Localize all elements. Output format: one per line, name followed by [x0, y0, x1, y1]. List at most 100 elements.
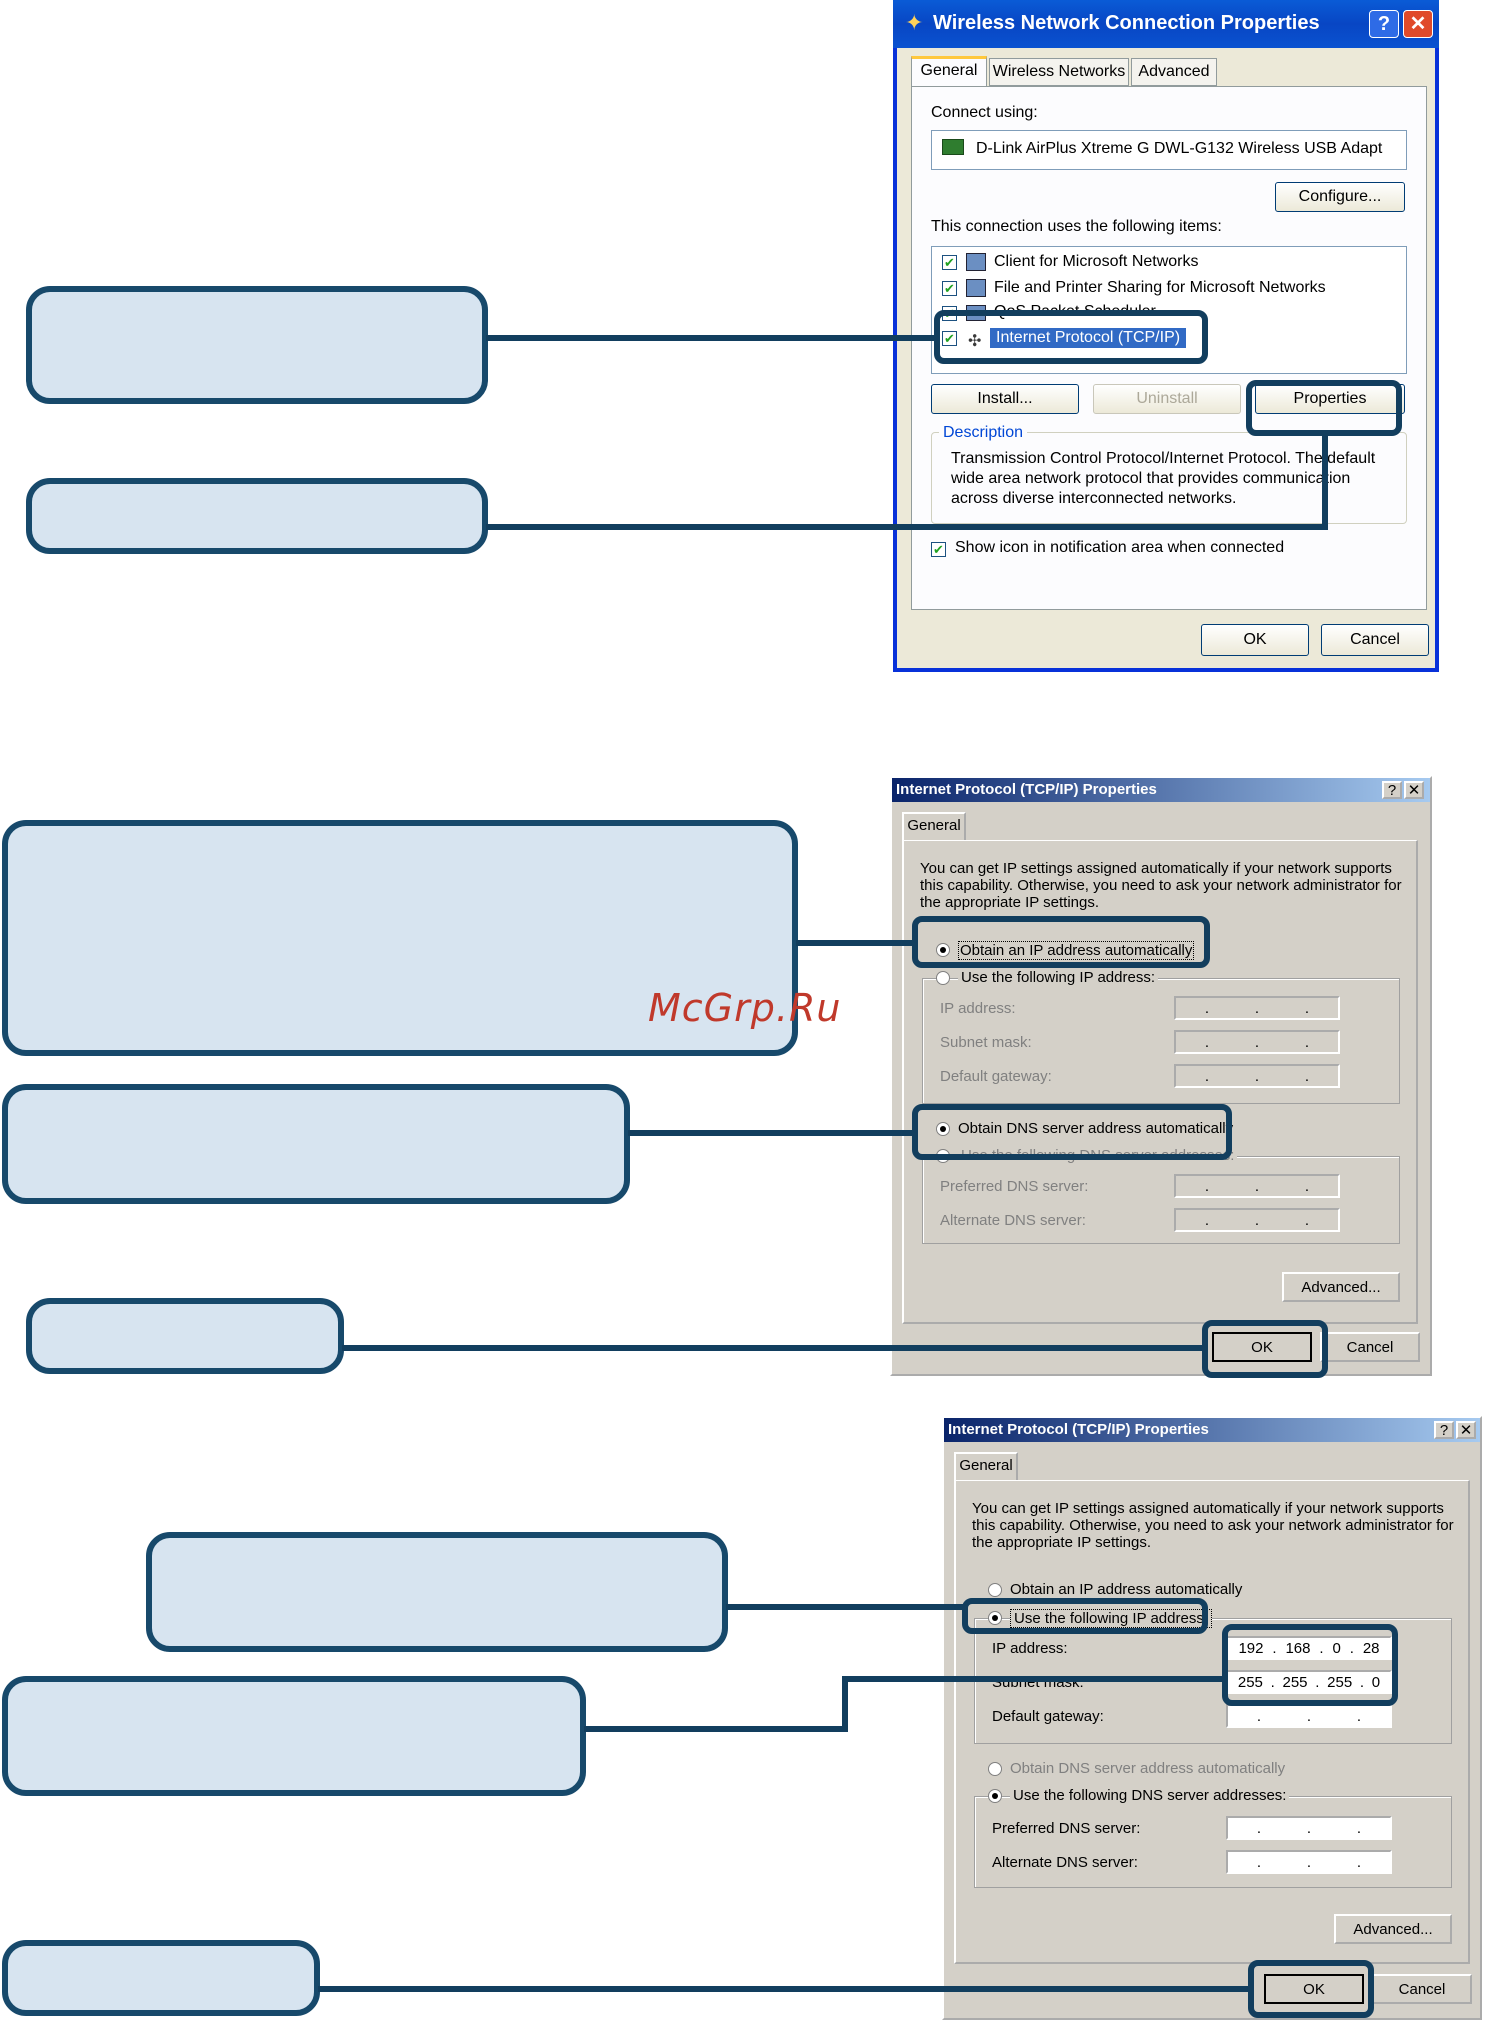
ok-button[interactable]: OK: [1201, 624, 1309, 656]
intro-line: You can get IP settings assigned automat…: [972, 1500, 1444, 1517]
connector-line: [796, 940, 916, 946]
description-line: wide area network protocol that provides…: [951, 470, 1351, 487]
description-line: across diverse interconnected networks.: [951, 490, 1237, 507]
connector-line: [486, 524, 1326, 530]
adapter-icon: [942, 139, 964, 155]
watermark: McGrp.Ru: [648, 986, 842, 1030]
use-dns-radio[interactable]: [988, 1789, 1002, 1803]
uninstall-button[interactable]: Uninstall: [1093, 384, 1241, 414]
cancel-button[interactable]: Cancel: [1372, 1974, 1472, 2004]
dialog-title: Internet Protocol (TCP/IP) Properties: [948, 1421, 1209, 1438]
advanced-button[interactable]: Advanced...: [1334, 1914, 1452, 1944]
help-icon: ?: [1439, 1421, 1449, 1439]
check-icon[interactable]: ✔: [942, 255, 957, 270]
callout-box: [2, 1676, 586, 1796]
description-line: Transmission Control Protocol/Internet P…: [951, 450, 1376, 467]
cancel-button[interactable]: Cancel: [1321, 624, 1429, 656]
use-ip-label: Use the following IP address:: [958, 969, 1158, 986]
dns-group: [974, 1796, 1452, 1888]
preferred-dns-label: Preferred DNS server:: [992, 1820, 1141, 1837]
list-item[interactable]: ✔ Client for Microsoft Networks: [932, 251, 1402, 275]
help-icon: ?: [1387, 781, 1397, 799]
obtain-ip-radio[interactable]: [988, 1583, 1002, 1597]
connect-using-label: Connect using:: [931, 104, 1038, 121]
ip-address-input[interactable]: ...: [1174, 996, 1340, 1020]
help-icon: ?: [1377, 13, 1391, 35]
help-button[interactable]: ?: [1369, 10, 1399, 38]
gateway-input[interactable]: ...: [1226, 1704, 1392, 1728]
use-dns-label: Use the following DNS server addresses:: [1010, 1787, 1290, 1804]
connector-line: [342, 1345, 1206, 1351]
alternate-dns-label: Alternate DNS server:: [992, 1854, 1138, 1871]
highlight-ok-button: [1248, 1960, 1374, 2018]
connector-line: [486, 335, 938, 341]
dialog-title: Internet Protocol (TCP/IP) Properties: [896, 781, 1157, 798]
callout-box: [2, 1084, 630, 1204]
gateway-input[interactable]: ...: [1174, 1064, 1340, 1088]
close-icon: ✕: [1409, 13, 1427, 35]
callout-box: [26, 478, 488, 554]
close-button[interactable]: ✕: [1456, 1421, 1476, 1439]
gateway-label: Default gateway:: [992, 1708, 1104, 1725]
show-icon-label: Show icon in notification area when conn…: [955, 539, 1285, 556]
adapter-field: D-Link AirPlus Xtreme G DWL-G132 Wireles…: [931, 130, 1407, 170]
ip-address-label: IP address:: [940, 1000, 1016, 1017]
intro-line: this capability. Otherwise, you need to …: [972, 1517, 1454, 1534]
close-button[interactable]: ✕: [1403, 10, 1433, 38]
list-item[interactable]: ✔ File and Printer Sharing for Microsoft…: [932, 277, 1402, 301]
ip-address-label: IP address:: [992, 1640, 1068, 1657]
highlight-ip-fields: [1222, 1624, 1398, 1706]
tab-general[interactable]: General: [954, 1452, 1018, 1480]
callout-box: [26, 286, 488, 404]
items-label: This connection uses the following items…: [931, 218, 1222, 235]
tab-general[interactable]: General: [911, 56, 987, 86]
computer-icon: [966, 253, 986, 271]
close-icon: ✕: [1459, 1422, 1473, 1439]
intro-line: You can get IP settings assigned automat…: [920, 860, 1392, 877]
intro-line: the appropriate IP settings.: [972, 1534, 1152, 1551]
tab-general[interactable]: General: [902, 812, 966, 840]
install-button[interactable]: Install...: [931, 384, 1079, 414]
highlight-properties-button: [1246, 380, 1402, 436]
connector-line: [1322, 432, 1328, 530]
close-button[interactable]: ✕: [1404, 781, 1424, 799]
check-icon[interactable]: ✔: [942, 281, 957, 296]
computer-icon: [966, 279, 986, 297]
obtain-dns-radio[interactable]: [988, 1762, 1002, 1776]
alternate-dns-label: Alternate DNS server:: [940, 1212, 1086, 1229]
intro-line: this capability. Otherwise, you need to …: [920, 877, 1402, 894]
advanced-button[interactable]: Advanced...: [1282, 1272, 1400, 1302]
highlight-obtain-dns: [912, 1104, 1232, 1160]
title-bar: Internet Protocol (TCP/IP) Properties ? …: [892, 778, 1430, 802]
connector-line: [726, 1604, 966, 1610]
subnet-mask-input[interactable]: ...: [1174, 1030, 1340, 1054]
preferred-dns-input[interactable]: ...: [1174, 1174, 1340, 1198]
callout-box: [2, 1940, 320, 2016]
use-ip-radio[interactable]: [936, 971, 950, 985]
description-label: Description: [939, 424, 1028, 442]
configure-button[interactable]: Configure...: [1275, 182, 1405, 212]
intro-line: the appropriate IP settings.: [920, 894, 1100, 911]
highlight-use-ip: [962, 1598, 1208, 1634]
subnet-mask-label: Subnet mask:: [940, 1034, 1032, 1051]
close-icon: ✕: [1407, 782, 1421, 799]
highlight-ok-button: [1202, 1320, 1328, 1378]
tab-advanced[interactable]: Advanced: [1131, 58, 1217, 86]
connector-line: [318, 1986, 1252, 1992]
help-button[interactable]: ?: [1434, 1421, 1454, 1439]
preferred-dns-input[interactable]: ...: [1226, 1816, 1392, 1840]
alternate-dns-input[interactable]: ...: [1226, 1850, 1392, 1874]
tcpip-properties-dialog-auto: Internet Protocol (TCP/IP) Properties ? …: [890, 776, 1432, 1376]
title-bar: Internet Protocol (TCP/IP) Properties ? …: [944, 1418, 1480, 1442]
gateway-label: Default gateway:: [940, 1068, 1052, 1085]
callout-box: [26, 1298, 344, 1374]
callout-box: [146, 1532, 728, 1652]
show-icon-checkbox[interactable]: ✔: [931, 542, 946, 557]
obtain-dns-label: Obtain DNS server address automatically: [1010, 1760, 1286, 1777]
help-button[interactable]: ?: [1382, 781, 1402, 799]
connector-line: [842, 1676, 848, 1732]
cancel-button[interactable]: Cancel: [1320, 1332, 1420, 1362]
tab-wireless-networks[interactable]: Wireless Networks: [989, 58, 1129, 86]
dialog-title: Wireless Network Connection Properties: [933, 12, 1320, 34]
alternate-dns-input[interactable]: ...: [1174, 1208, 1340, 1232]
